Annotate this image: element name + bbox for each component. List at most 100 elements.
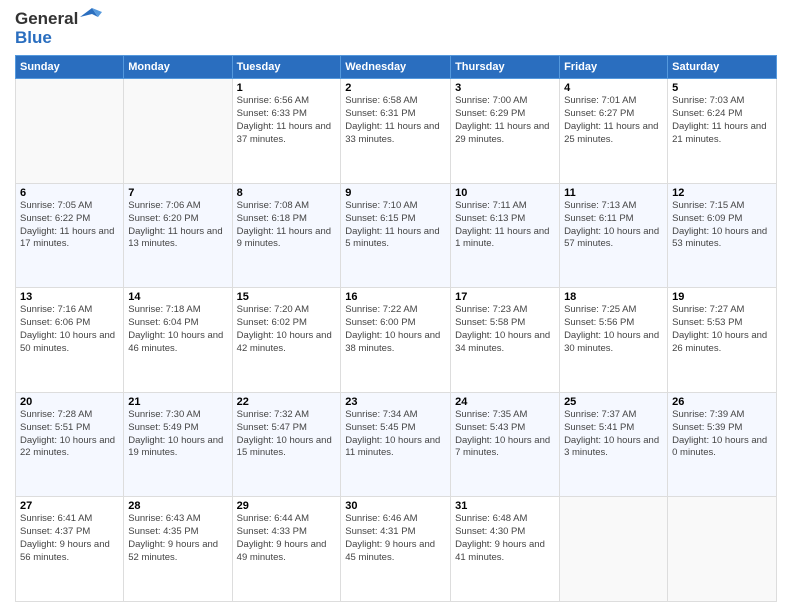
day-info: Sunrise: 7:37 AM Sunset: 5:41 PM Dayligh… [564, 409, 663, 460]
day-number: 16 [345, 291, 446, 303]
day-number: 12 [672, 187, 772, 199]
calendar-week-2: 6Sunrise: 7:05 AM Sunset: 6:22 PM Daylig… [16, 183, 777, 288]
weekday-header-sunday: Sunday [16, 56, 124, 79]
calendar-week-4: 20Sunrise: 7:28 AM Sunset: 5:51 PM Dayli… [16, 392, 777, 497]
day-info: Sunrise: 7:39 AM Sunset: 5:39 PM Dayligh… [672, 409, 772, 460]
calendar-cell: 26Sunrise: 7:39 AM Sunset: 5:39 PM Dayli… [668, 392, 777, 497]
logo-container: General Blue [15, 10, 102, 47]
calendar-cell: 5Sunrise: 7:03 AM Sunset: 6:24 PM Daylig… [668, 79, 777, 184]
calendar-cell [668, 497, 777, 602]
day-info: Sunrise: 7:23 AM Sunset: 5:58 PM Dayligh… [455, 304, 555, 355]
logo-general: General [15, 10, 78, 29]
calendar-cell: 20Sunrise: 7:28 AM Sunset: 5:51 PM Dayli… [16, 392, 124, 497]
day-number: 15 [237, 291, 337, 303]
day-info: Sunrise: 7:35 AM Sunset: 5:43 PM Dayligh… [455, 409, 555, 460]
day-info: Sunrise: 7:13 AM Sunset: 6:11 PM Dayligh… [564, 200, 663, 251]
day-info: Sunrise: 6:56 AM Sunset: 6:33 PM Dayligh… [237, 95, 337, 146]
calendar-week-3: 13Sunrise: 7:16 AM Sunset: 6:06 PM Dayli… [16, 288, 777, 393]
day-number: 17 [455, 291, 555, 303]
calendar-cell: 27Sunrise: 6:41 AM Sunset: 4:37 PM Dayli… [16, 497, 124, 602]
day-info: Sunrise: 6:43 AM Sunset: 4:35 PM Dayligh… [128, 513, 227, 564]
day-number: 11 [564, 187, 663, 199]
calendar-cell: 15Sunrise: 7:20 AM Sunset: 6:02 PM Dayli… [232, 288, 341, 393]
weekday-header-friday: Friday [560, 56, 668, 79]
weekday-header-tuesday: Tuesday [232, 56, 341, 79]
calendar-cell [124, 79, 232, 184]
day-info: Sunrise: 7:18 AM Sunset: 6:04 PM Dayligh… [128, 304, 227, 355]
calendar-week-1: 1Sunrise: 6:56 AM Sunset: 6:33 PM Daylig… [16, 79, 777, 184]
calendar-cell: 21Sunrise: 7:30 AM Sunset: 5:49 PM Dayli… [124, 392, 232, 497]
calendar-cell: 13Sunrise: 7:16 AM Sunset: 6:06 PM Dayli… [16, 288, 124, 393]
calendar-cell: 16Sunrise: 7:22 AM Sunset: 6:00 PM Dayli… [341, 288, 451, 393]
calendar-cell: 19Sunrise: 7:27 AM Sunset: 5:53 PM Dayli… [668, 288, 777, 393]
calendar-cell: 23Sunrise: 7:34 AM Sunset: 5:45 PM Dayli… [341, 392, 451, 497]
day-info: Sunrise: 6:44 AM Sunset: 4:33 PM Dayligh… [237, 513, 337, 564]
calendar-cell: 17Sunrise: 7:23 AM Sunset: 5:58 PM Dayli… [451, 288, 560, 393]
weekday-header-thursday: Thursday [451, 56, 560, 79]
header: General Blue [15, 10, 777, 47]
calendar-body: 1Sunrise: 6:56 AM Sunset: 6:33 PM Daylig… [16, 79, 777, 602]
day-info: Sunrise: 7:05 AM Sunset: 6:22 PM Dayligh… [20, 200, 119, 251]
day-info: Sunrise: 7:11 AM Sunset: 6:13 PM Dayligh… [455, 200, 555, 251]
day-info: Sunrise: 7:28 AM Sunset: 5:51 PM Dayligh… [20, 409, 119, 460]
calendar-cell: 31Sunrise: 6:48 AM Sunset: 4:30 PM Dayli… [451, 497, 560, 602]
day-number: 14 [128, 291, 227, 303]
calendar-cell: 10Sunrise: 7:11 AM Sunset: 6:13 PM Dayli… [451, 183, 560, 288]
day-info: Sunrise: 6:46 AM Sunset: 4:31 PM Dayligh… [345, 513, 446, 564]
day-number: 2 [345, 82, 446, 94]
day-info: Sunrise: 7:08 AM Sunset: 6:18 PM Dayligh… [237, 200, 337, 251]
day-number: 21 [128, 396, 227, 408]
calendar-cell: 29Sunrise: 6:44 AM Sunset: 4:33 PM Dayli… [232, 497, 341, 602]
day-info: Sunrise: 7:00 AM Sunset: 6:29 PM Dayligh… [455, 95, 555, 146]
calendar-cell: 14Sunrise: 7:18 AM Sunset: 6:04 PM Dayli… [124, 288, 232, 393]
day-info: Sunrise: 7:16 AM Sunset: 6:06 PM Dayligh… [20, 304, 119, 355]
day-info: Sunrise: 7:34 AM Sunset: 5:45 PM Dayligh… [345, 409, 446, 460]
calendar-cell [560, 497, 668, 602]
calendar-cell: 8Sunrise: 7:08 AM Sunset: 6:18 PM Daylig… [232, 183, 341, 288]
calendar-cell: 24Sunrise: 7:35 AM Sunset: 5:43 PM Dayli… [451, 392, 560, 497]
day-number: 31 [455, 500, 555, 512]
day-number: 8 [237, 187, 337, 199]
weekday-header-monday: Monday [124, 56, 232, 79]
day-number: 20 [20, 396, 119, 408]
day-number: 22 [237, 396, 337, 408]
day-info: Sunrise: 7:01 AM Sunset: 6:27 PM Dayligh… [564, 95, 663, 146]
calendar-cell: 22Sunrise: 7:32 AM Sunset: 5:47 PM Dayli… [232, 392, 341, 497]
day-number: 3 [455, 82, 555, 94]
calendar-cell: 12Sunrise: 7:15 AM Sunset: 6:09 PM Dayli… [668, 183, 777, 288]
day-info: Sunrise: 6:48 AM Sunset: 4:30 PM Dayligh… [455, 513, 555, 564]
calendar-table: SundayMondayTuesdayWednesdayThursdayFrid… [15, 55, 777, 602]
day-number: 25 [564, 396, 663, 408]
day-info: Sunrise: 7:22 AM Sunset: 6:00 PM Dayligh… [345, 304, 446, 355]
weekday-header-row: SundayMondayTuesdayWednesdayThursdayFrid… [16, 56, 777, 79]
logo-bird-icon [80, 8, 102, 26]
day-number: 30 [345, 500, 446, 512]
day-number: 6 [20, 187, 119, 199]
calendar-cell: 30Sunrise: 6:46 AM Sunset: 4:31 PM Dayli… [341, 497, 451, 602]
day-number: 23 [345, 396, 446, 408]
day-info: Sunrise: 7:20 AM Sunset: 6:02 PM Dayligh… [237, 304, 337, 355]
calendar-cell: 28Sunrise: 6:43 AM Sunset: 4:35 PM Dayli… [124, 497, 232, 602]
day-number: 1 [237, 82, 337, 94]
day-number: 13 [20, 291, 119, 303]
day-number: 19 [672, 291, 772, 303]
day-number: 7 [128, 187, 227, 199]
logo: General Blue [15, 10, 102, 47]
weekday-header-saturday: Saturday [668, 56, 777, 79]
day-info: Sunrise: 7:27 AM Sunset: 5:53 PM Dayligh… [672, 304, 772, 355]
calendar-cell: 2Sunrise: 6:58 AM Sunset: 6:31 PM Daylig… [341, 79, 451, 184]
calendar-cell: 3Sunrise: 7:00 AM Sunset: 6:29 PM Daylig… [451, 79, 560, 184]
calendar-cell: 6Sunrise: 7:05 AM Sunset: 6:22 PM Daylig… [16, 183, 124, 288]
day-info: Sunrise: 7:25 AM Sunset: 5:56 PM Dayligh… [564, 304, 663, 355]
day-info: Sunrise: 7:32 AM Sunset: 5:47 PM Dayligh… [237, 409, 337, 460]
logo-blue: Blue [15, 29, 102, 48]
day-number: 4 [564, 82, 663, 94]
day-number: 10 [455, 187, 555, 199]
day-number: 18 [564, 291, 663, 303]
day-info: Sunrise: 7:06 AM Sunset: 6:20 PM Dayligh… [128, 200, 227, 251]
calendar-cell [16, 79, 124, 184]
calendar-cell: 11Sunrise: 7:13 AM Sunset: 6:11 PM Dayli… [560, 183, 668, 288]
day-info: Sunrise: 7:03 AM Sunset: 6:24 PM Dayligh… [672, 95, 772, 146]
calendar-cell: 25Sunrise: 7:37 AM Sunset: 5:41 PM Dayli… [560, 392, 668, 497]
calendar-cell: 4Sunrise: 7:01 AM Sunset: 6:27 PM Daylig… [560, 79, 668, 184]
